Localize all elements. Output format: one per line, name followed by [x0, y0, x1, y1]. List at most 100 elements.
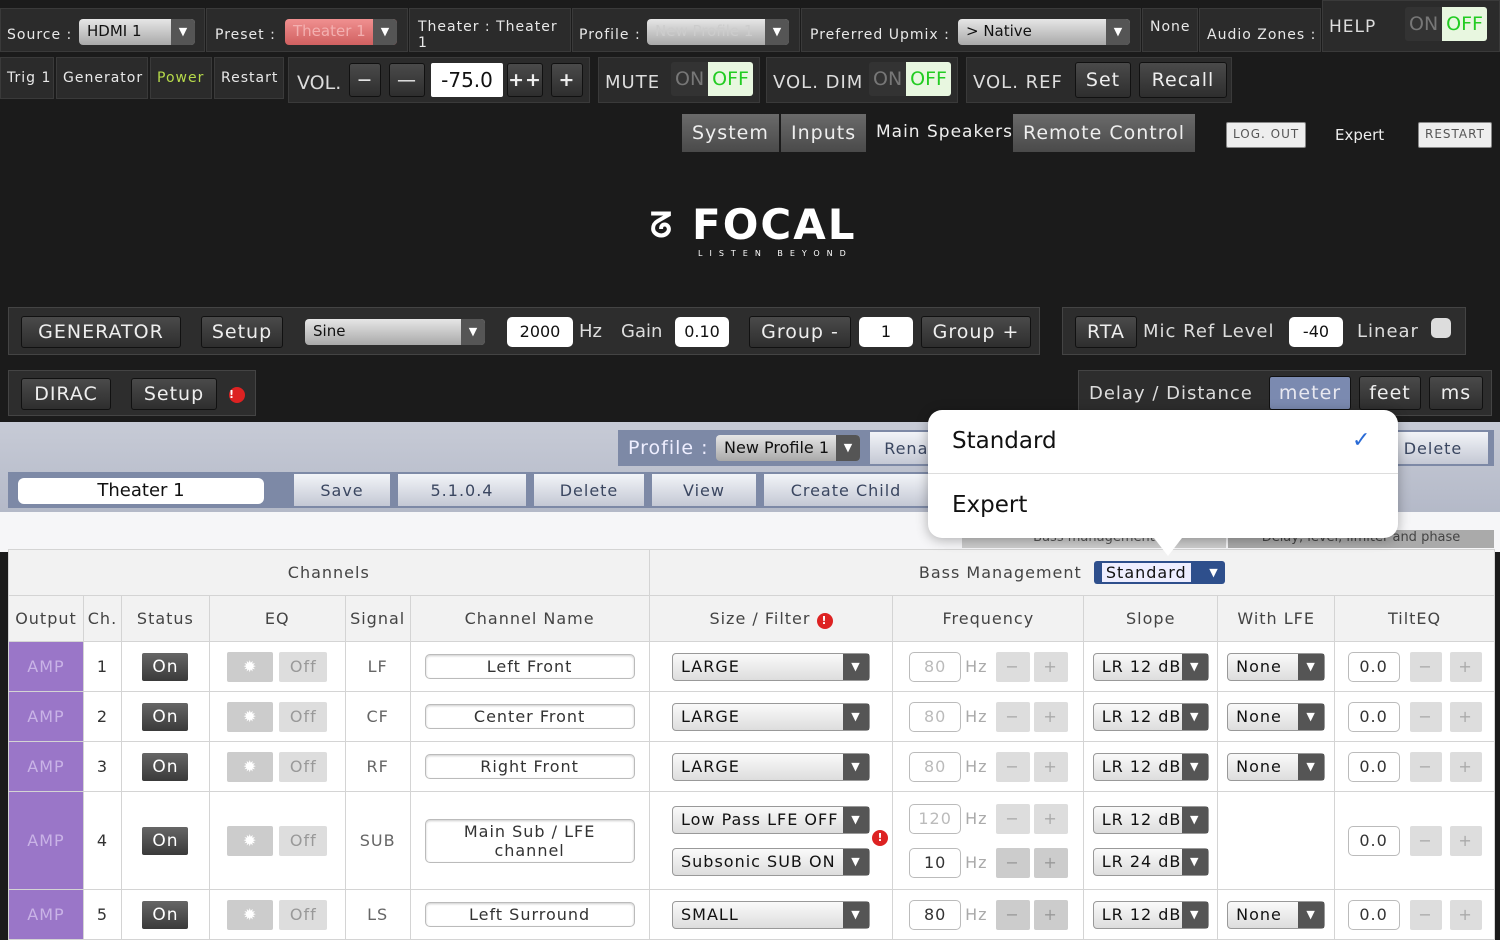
- tilt-minus-button[interactable]: −: [1409, 825, 1442, 856]
- select-dropdown[interactable]: Subsonic SUB ON ▼: [672, 847, 870, 876]
- create-child-button[interactable]: Create Child: [764, 474, 928, 506]
- tilt-plus-button[interactable]: +: [1449, 751, 1482, 782]
- tilt-minus-button[interactable]: −: [1409, 899, 1442, 930]
- frequency-minus-button[interactable]: −: [995, 651, 1030, 682]
- dirac-button[interactable]: DIRAC: [21, 378, 111, 410]
- status-button[interactable]: On: [142, 900, 189, 929]
- tilt-minus-button[interactable]: −: [1409, 651, 1442, 682]
- tilt-input[interactable]: 0.0: [1347, 751, 1400, 782]
- signal-dropdown[interactable]: Sine ▼: [305, 319, 485, 345]
- save-button[interactable]: Save: [294, 474, 390, 506]
- restart-system-button[interactable]: RESTART: [1418, 122, 1492, 148]
- generator-button[interactable]: Generator: [56, 57, 148, 99]
- tilt-plus-button[interactable]: +: [1449, 899, 1482, 930]
- frequency-plus-button[interactable]: +: [1033, 701, 1068, 732]
- profile-dropdown[interactable]: New Profile 1 ▼: [647, 19, 789, 45]
- tilt-input[interactable]: 0.0: [1347, 825, 1400, 856]
- gear-icon[interactable]: ✹: [227, 751, 274, 782]
- frequency-input[interactable]: 80: [909, 651, 962, 682]
- select-dropdown[interactable]: LARGE ▼: [672, 752, 870, 781]
- channel-name-input[interactable]: Right Front: [424, 754, 635, 779]
- select-dropdown[interactable]: LR 12 dB ▼: [1092, 702, 1209, 731]
- frequency-plus-button[interactable]: +: [1033, 651, 1068, 682]
- select-dropdown[interactable]: None ▼: [1227, 752, 1326, 781]
- frequency-input[interactable]: 120: [909, 803, 962, 834]
- option-standard[interactable]: Standard ✓: [928, 410, 1398, 474]
- select-dropdown[interactable]: LR 12 dB ▼: [1092, 752, 1209, 781]
- frequency-input[interactable]: 80: [909, 701, 962, 732]
- vol-up-fast-button[interactable]: ++: [507, 63, 543, 97]
- help-toggle[interactable]: ON OFF: [1405, 7, 1487, 41]
- feet-button[interactable]: feet: [1359, 376, 1421, 410]
- tilt-minus-button[interactable]: −: [1409, 751, 1442, 782]
- frequency-minus-button[interactable]: −: [995, 803, 1030, 834]
- frequency-plus-button[interactable]: +: [1033, 847, 1068, 878]
- channel-name-input[interactable]: Left Surround: [424, 902, 635, 927]
- source-dropdown[interactable]: HDMI 1 ▼: [79, 19, 195, 45]
- status-button[interactable]: On: [142, 702, 189, 731]
- eq-off-button[interactable]: Off: [279, 701, 328, 732]
- view-button[interactable]: View: [652, 474, 756, 506]
- status-button[interactable]: On: [142, 752, 189, 781]
- mute-toggle[interactable]: ON OFF: [671, 62, 753, 96]
- none-button[interactable]: None: [1142, 8, 1198, 52]
- frequency-input[interactable]: 2000: [507, 317, 573, 347]
- tilt-plus-button[interactable]: +: [1449, 701, 1482, 732]
- frequency-plus-button[interactable]: +: [1033, 899, 1068, 930]
- eq-off-button[interactable]: Off: [279, 651, 328, 682]
- trig-button[interactable]: Trig 1: [0, 57, 54, 99]
- select-dropdown[interactable]: LARGE ▼: [672, 652, 870, 681]
- tab-main-speakers[interactable]: Main Speakers: [866, 114, 1023, 152]
- mic-ref-input[interactable]: -40: [1289, 317, 1343, 347]
- generator-setup-button[interactable]: Setup: [201, 316, 283, 348]
- ms-button[interactable]: ms: [1429, 376, 1483, 410]
- recall-button[interactable]: Recall: [1139, 62, 1227, 98]
- gear-icon[interactable]: ✹: [227, 899, 274, 930]
- frequency-minus-button[interactable]: −: [995, 899, 1030, 930]
- select-dropdown[interactable]: None ▼: [1227, 702, 1326, 731]
- tilt-input[interactable]: 0.0: [1347, 651, 1400, 682]
- gear-icon[interactable]: ✹: [227, 701, 274, 732]
- power-button[interactable]: Power: [150, 57, 212, 99]
- select-dropdown[interactable]: None ▼: [1227, 652, 1326, 681]
- channel-name-input[interactable]: Main Sub / LFE channel: [424, 818, 635, 863]
- upmix-dropdown[interactable]: > Native ▼: [958, 19, 1130, 45]
- tilt-minus-button[interactable]: −: [1409, 701, 1442, 732]
- restart-button[interactable]: Restart: [214, 57, 284, 99]
- group-input[interactable]: 1: [859, 317, 913, 347]
- eq-off-button[interactable]: Off: [279, 899, 328, 930]
- select-dropdown[interactable]: LARGE ▼: [672, 702, 870, 731]
- gear-icon[interactable]: ✹: [227, 651, 274, 682]
- theater-delete-button[interactable]: Delete: [534, 474, 644, 506]
- frequency-plus-button[interactable]: +: [1033, 751, 1068, 782]
- tab-remote-control[interactable]: Remote Control: [1013, 114, 1196, 152]
- tab-inputs[interactable]: Inputs: [781, 114, 867, 152]
- generator-toggle-button[interactable]: GENERATOR: [21, 316, 181, 348]
- channel-name-input[interactable]: Left Front: [424, 654, 635, 679]
- gear-icon[interactable]: ✹: [227, 825, 274, 856]
- audio-zones[interactable]: Audio Zones :: [1199, 8, 1321, 52]
- option-expert[interactable]: Expert: [928, 476, 1398, 536]
- rta-button[interactable]: RTA: [1075, 316, 1137, 348]
- frequency-input[interactable]: 10: [909, 847, 962, 878]
- volume-value[interactable]: -75.0: [431, 63, 503, 97]
- frequency-plus-button[interactable]: +: [1033, 803, 1068, 834]
- group-minus-button[interactable]: Group -: [749, 316, 851, 348]
- expert-link[interactable]: Expert: [1335, 126, 1384, 144]
- frequency-minus-button[interactable]: −: [995, 751, 1030, 782]
- tilt-input[interactable]: 0.0: [1347, 701, 1400, 732]
- bass-mode-dropdown[interactable]: Standard ▼: [1093, 561, 1225, 584]
- vol-up-button[interactable]: +: [551, 63, 583, 97]
- select-dropdown[interactable]: Low Pass LFE OFF ▼: [672, 805, 870, 834]
- select-dropdown[interactable]: SMALL ▼: [672, 900, 870, 929]
- vol-down-button[interactable]: −: [349, 63, 381, 97]
- select-dropdown[interactable]: LR 12 dB ▼: [1092, 900, 1209, 929]
- logout-button[interactable]: LOG. OUT: [1226, 122, 1307, 148]
- meter-button[interactable]: meter: [1269, 376, 1351, 410]
- status-button[interactable]: On: [142, 826, 189, 855]
- frequency-input[interactable]: 80: [909, 899, 962, 930]
- tilt-plus-button[interactable]: +: [1449, 825, 1482, 856]
- set-button[interactable]: Set: [1075, 62, 1131, 98]
- tilt-input[interactable]: 0.0: [1347, 899, 1400, 930]
- frequency-input[interactable]: 80: [909, 751, 962, 782]
